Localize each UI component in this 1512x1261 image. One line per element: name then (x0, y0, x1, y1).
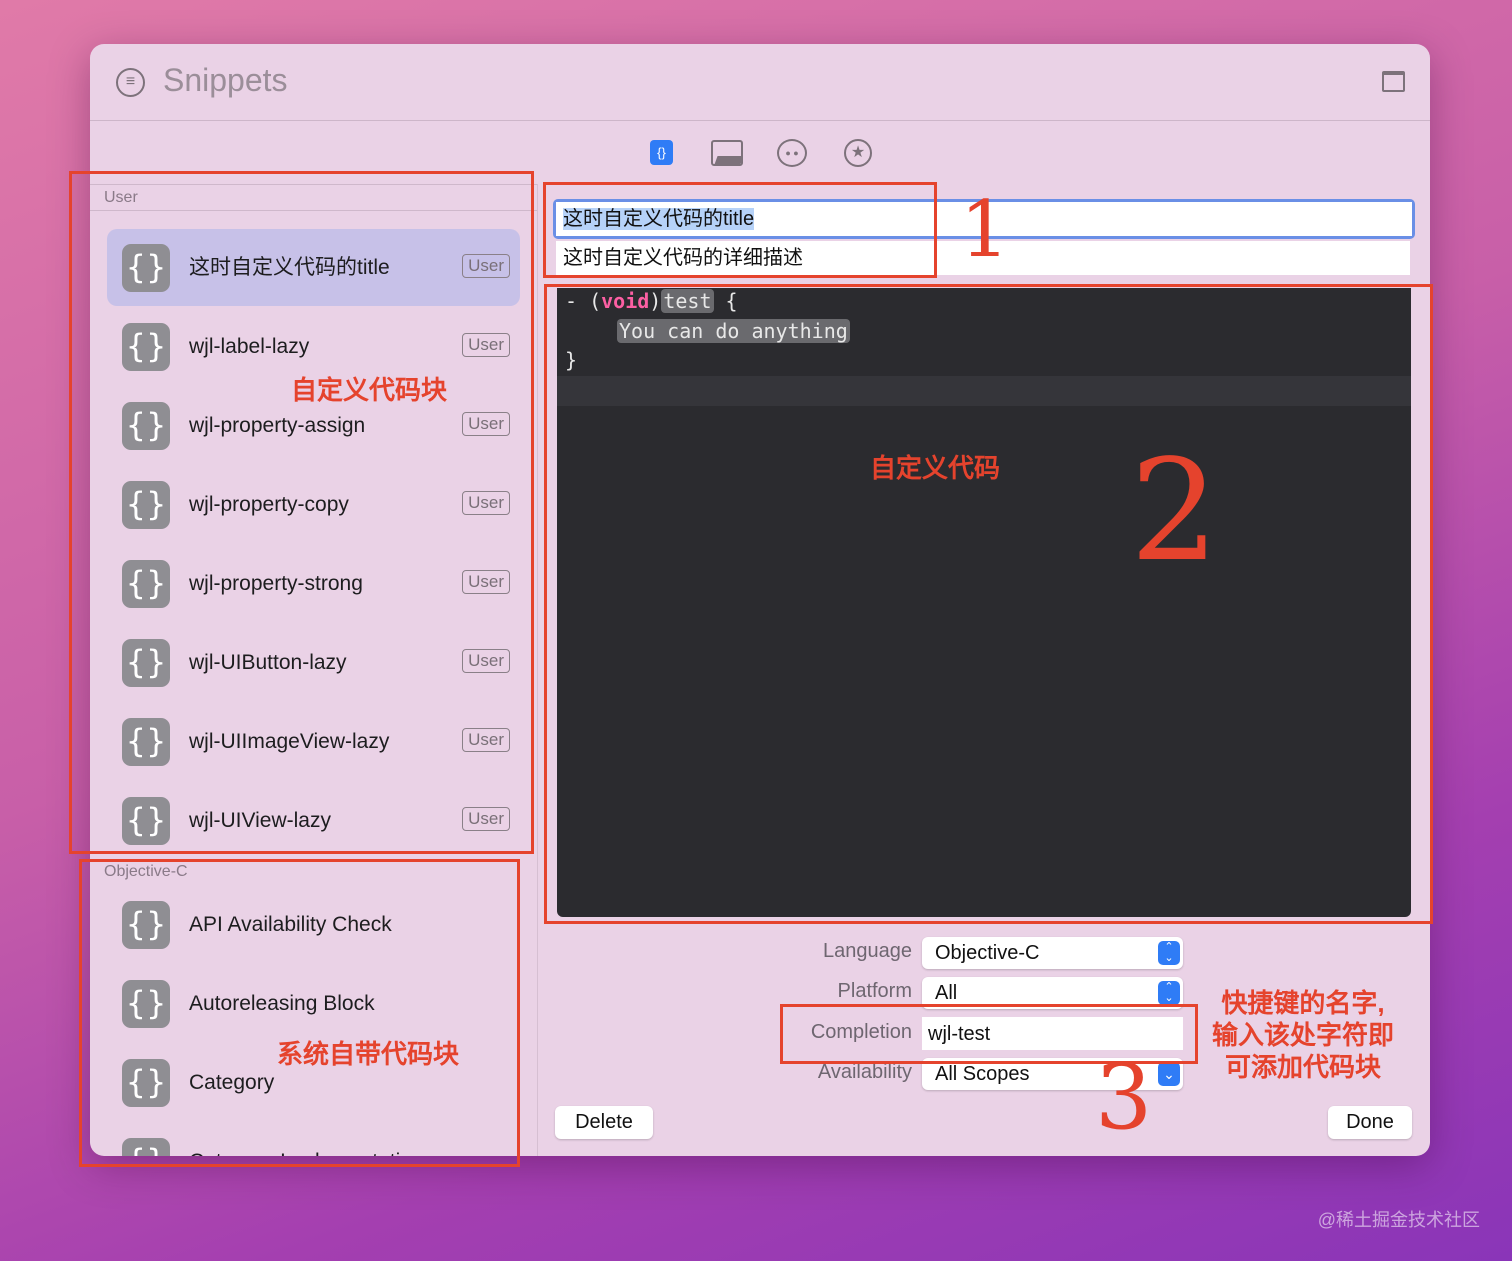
chevron-down-icon: ⌄ (1158, 1062, 1180, 1086)
annotation-box-system (79, 859, 520, 1167)
done-button[interactable]: Done (1328, 1106, 1412, 1139)
annotation-box-custom (69, 171, 534, 854)
annotation-system-snippets: 系统自带代码块 (277, 1039, 460, 1069)
filter-icon[interactable]: ≡ (116, 68, 145, 97)
title-bar: ≡ Snippets (90, 44, 1430, 121)
annotation-custom-snippets: 自定义代码块 (291, 375, 448, 405)
tab-media[interactable] (711, 140, 743, 166)
tab-favorites[interactable]: ★ (844, 139, 872, 167)
annotation-number-3: 3 (1095, 1045, 1153, 1150)
library-tabs: {} ● ● ★ (648, 139, 878, 167)
delete-button[interactable]: Delete (555, 1106, 653, 1139)
annotation-box-title (543, 182, 937, 278)
window-layout-icon[interactable] (1382, 71, 1405, 92)
language-select[interactable]: Objective-C ⌃ ⌄ (922, 937, 1183, 969)
availability-label: Availability (817, 1061, 912, 1083)
annotation-completion-note: 快捷键的名字, 输入该处字符即 可添加代码块 (1212, 988, 1395, 1082)
annotation-number-1: 1 (960, 185, 1010, 275)
platform-label: Platform (837, 980, 912, 1002)
watermark: @稀土掘金技术社区 (1317, 1210, 1480, 1230)
stepper-icon: ⌃ ⌄ (1158, 941, 1180, 965)
annotation-number-2: 2 (1130, 430, 1220, 593)
language-label: Language (823, 940, 912, 962)
window-title: Snippets (163, 62, 288, 98)
stepper-icon: ⌃ ⌄ (1158, 981, 1180, 1005)
tab-code-snippets[interactable]: {} (650, 140, 673, 165)
tab-colors[interactable]: ● ● (777, 139, 807, 167)
annotation-custom-code: 自定义代码 (870, 453, 1001, 483)
annotation-box-code (544, 284, 1433, 924)
